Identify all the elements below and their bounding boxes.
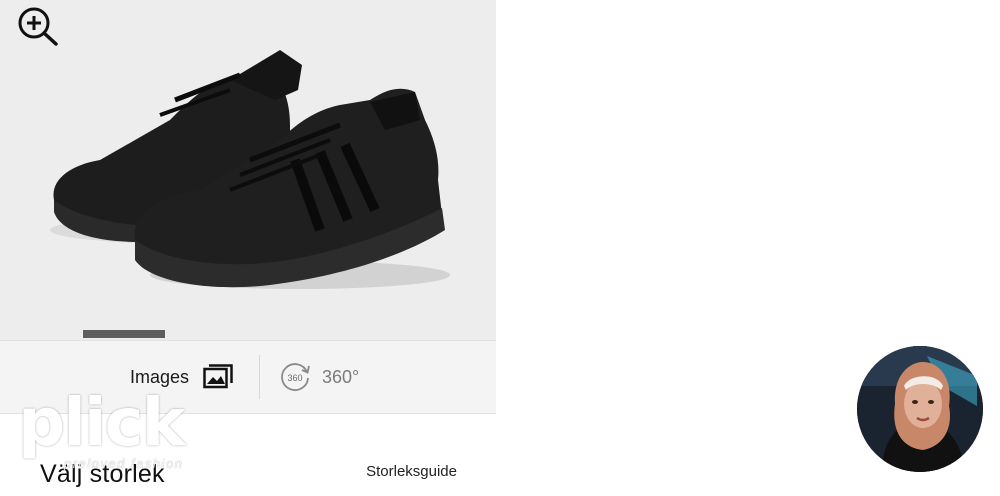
svg-text:360: 360 xyxy=(287,373,302,383)
tab-360[interactable]: 360 360° xyxy=(278,341,359,413)
size-guide-link[interactable]: Storleksguide xyxy=(366,463,457,480)
gallery-icon xyxy=(203,364,233,389)
avatar[interactable] xyxy=(857,346,983,472)
product-image-carousel[interactable] xyxy=(0,0,496,340)
tab-360-label: 360° xyxy=(322,366,360,387)
carousel-indicator xyxy=(83,330,165,338)
plick-watermark: plick preloved fashion xyxy=(18,384,198,474)
product-shoe-image xyxy=(50,50,450,289)
watermark-tagline: preloved fashion xyxy=(64,456,184,471)
tab-divider xyxy=(259,355,260,399)
watermark-logo: plick xyxy=(18,384,186,461)
avatar-image xyxy=(857,346,983,472)
rotate-360-icon: 360 xyxy=(281,363,310,391)
